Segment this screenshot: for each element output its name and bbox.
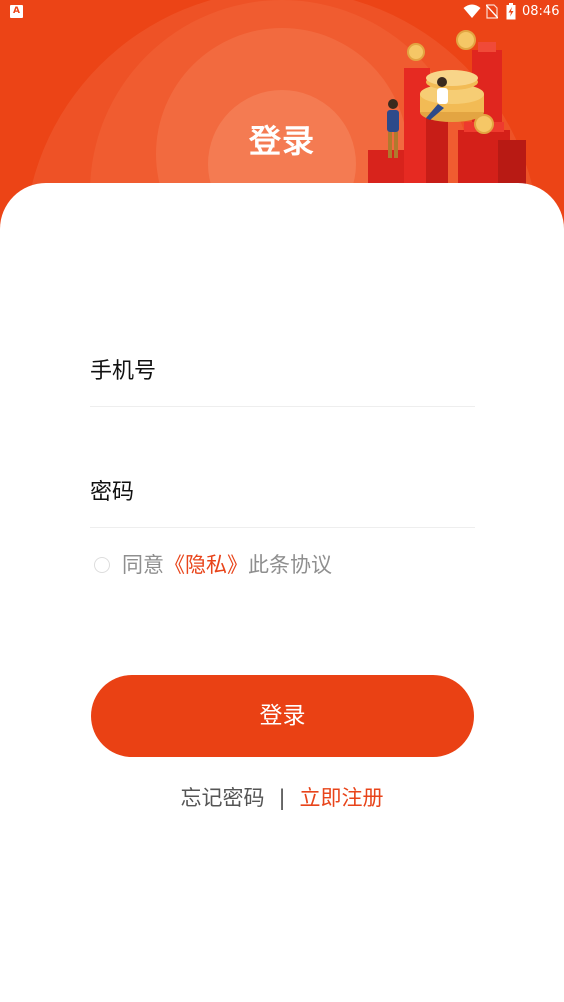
forgot-password-link[interactable]: 忘记密码 xyxy=(180,786,264,810)
password-field xyxy=(90,452,475,528)
phone-input[interactable] xyxy=(90,354,475,388)
link-separator: | xyxy=(278,786,286,810)
wifi-icon xyxy=(463,4,481,18)
finance-illustration xyxy=(368,30,526,190)
sim-off-icon xyxy=(486,4,498,19)
battery-charging-icon xyxy=(506,3,516,20)
login-button[interactable]: 登录 xyxy=(91,675,474,757)
password-input[interactable] xyxy=(90,475,475,509)
agree-radio[interactable] xyxy=(94,557,110,573)
agreement-prefix: 同意 xyxy=(122,553,164,577)
phone-field xyxy=(90,330,475,407)
status-time: 08:46 xyxy=(522,4,560,19)
bottom-links: 忘记密码 | 立即注册 xyxy=(0,782,564,814)
agreement-suffix: 此条协议 xyxy=(248,553,332,577)
register-link[interactable]: 立即注册 xyxy=(300,786,384,810)
agreement-text: 同意《隐私》此条协议 xyxy=(122,550,332,580)
privacy-link[interactable]: 《隐私》 xyxy=(164,553,248,577)
app-notification-icon: A xyxy=(10,5,23,18)
login-card xyxy=(0,183,564,1002)
